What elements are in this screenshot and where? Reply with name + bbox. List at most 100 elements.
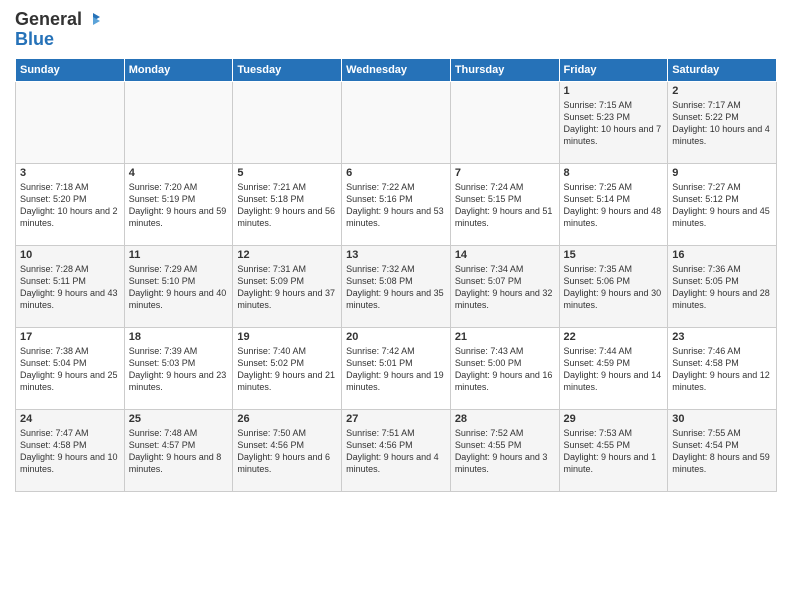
day-content: Sunrise: 7:28 AM Sunset: 5:11 PM Dayligh…: [20, 263, 120, 312]
day-content: Sunrise: 7:38 AM Sunset: 5:04 PM Dayligh…: [20, 345, 120, 394]
calendar-cell: [342, 81, 451, 163]
day-number: 27: [346, 413, 446, 425]
day-number: 7: [455, 167, 555, 179]
calendar-cell: 5 Sunrise: 7:21 AM Sunset: 5:18 PM Daylig…: [233, 163, 342, 245]
calendar-cell: 19 Sunrise: 7:40 AM Sunset: 5:02 PM Dayli…: [233, 327, 342, 409]
day-number: 9: [672, 167, 772, 179]
calendar-cell: 10Sunrise: 7:28 AM Sunset: 5:11 PM Dayli…: [16, 245, 125, 327]
logo: General Blue: [15, 10, 102, 50]
day-number: 17: [20, 331, 120, 343]
day-content: Sunrise: 7:44 AM Sunset: 4:59 PM Dayligh…: [564, 345, 664, 394]
calendar-cell: 20Sunrise: 7:42 AM Sunset: 5:01 PM Dayli…: [342, 327, 451, 409]
day-number: 12: [237, 249, 337, 261]
weekday-header-tuesday: Tuesday: [233, 58, 342, 81]
weekday-header-sunday: Sunday: [16, 58, 125, 81]
day-number: 13: [346, 249, 446, 261]
calendar-cell: 3 Sunrise: 7:18 AM Sunset: 5:20 PM Daylig…: [16, 163, 125, 245]
calendar-cell: 7 Sunrise: 7:24 AM Sunset: 5:15 PM Daylig…: [450, 163, 559, 245]
day-number: 28: [455, 413, 555, 425]
day-number: 3: [20, 167, 120, 179]
calendar-cell: 1Sunrise: 7:15 AM Sunset: 5:23 PM Daylig…: [559, 81, 668, 163]
weekday-header-saturday: Saturday: [668, 58, 777, 81]
day-number: 8: [564, 167, 664, 179]
calendar-cell: 22 Sunrise: 7:44 AM Sunset: 4:59 PM Dayli…: [559, 327, 668, 409]
calendar-cell: 14 Sunrise: 7:34 AM Sunset: 5:07 PM Dayli…: [450, 245, 559, 327]
day-number: 22: [564, 331, 664, 343]
day-number: 19: [237, 331, 337, 343]
calendar-cell: [124, 81, 233, 163]
calendar-cell: 27 Sunrise: 7:51 AM Sunset: 4:56 PM Dayli…: [342, 409, 451, 491]
day-content: Sunrise: 7:46 AM Sunset: 4:58 PM Dayligh…: [672, 345, 772, 394]
day-content: Sunrise: 7:20 AM Sunset: 5:19 PM Dayligh…: [129, 181, 229, 230]
day-content: Sunrise: 7:42 AM Sunset: 5:01 PM Dayligh…: [346, 345, 446, 394]
calendar-week-row: 1Sunrise: 7:15 AM Sunset: 5:23 PM Daylig…: [16, 81, 777, 163]
day-content: Sunrise: 7:40 AM Sunset: 5:02 PM Dayligh…: [237, 345, 337, 394]
day-content: Sunrise: 7:51 AM Sunset: 4:56 PM Dayligh…: [346, 427, 446, 476]
weekday-header-wednesday: Wednesday: [342, 58, 451, 81]
day-number: 6: [346, 167, 446, 179]
calendar-cell: 9Sunrise: 7:27 AM Sunset: 5:12 PM Daylig…: [668, 163, 777, 245]
day-content: Sunrise: 7:15 AM Sunset: 5:23 PM Dayligh…: [564, 99, 664, 148]
page-header: General Blue: [15, 10, 777, 50]
calendar-cell: 2 Sunrise: 7:17 AM Sunset: 5:22 PM Daylig…: [668, 81, 777, 163]
calendar-cell: 11Sunrise: 7:29 AM Sunset: 5:10 PM Dayli…: [124, 245, 233, 327]
day-content: Sunrise: 7:21 AM Sunset: 5:18 PM Dayligh…: [237, 181, 337, 230]
day-content: Sunrise: 7:48 AM Sunset: 4:57 PM Dayligh…: [129, 427, 229, 476]
calendar-week-row: 3 Sunrise: 7:18 AM Sunset: 5:20 PM Daylig…: [16, 163, 777, 245]
day-number: 16: [672, 249, 772, 261]
calendar-cell: 12 Sunrise: 7:31 AM Sunset: 5:09 PM Dayli…: [233, 245, 342, 327]
calendar-cell: 17 Sunrise: 7:38 AM Sunset: 5:04 PM Dayli…: [16, 327, 125, 409]
logo-flag-icon: [84, 11, 102, 29]
day-number: 30: [672, 413, 772, 425]
day-number: 29: [564, 413, 664, 425]
calendar-cell: 16 Sunrise: 7:36 AM Sunset: 5:05 PM Dayli…: [668, 245, 777, 327]
day-content: Sunrise: 7:35 AM Sunset: 5:06 PM Dayligh…: [564, 263, 664, 312]
calendar-cell: 8 Sunrise: 7:25 AM Sunset: 5:14 PM Daylig…: [559, 163, 668, 245]
day-content: Sunrise: 7:29 AM Sunset: 5:10 PM Dayligh…: [129, 263, 229, 312]
day-content: Sunrise: 7:24 AM Sunset: 5:15 PM Dayligh…: [455, 181, 555, 230]
day-number: 2: [672, 85, 772, 97]
calendar-cell: [450, 81, 559, 163]
day-number: 14: [455, 249, 555, 261]
weekday-header-friday: Friday: [559, 58, 668, 81]
weekday-header-thursday: Thursday: [450, 58, 559, 81]
day-content: Sunrise: 7:18 AM Sunset: 5:20 PM Dayligh…: [20, 181, 120, 230]
day-content: Sunrise: 7:32 AM Sunset: 5:08 PM Dayligh…: [346, 263, 446, 312]
day-content: Sunrise: 7:47 AM Sunset: 4:58 PM Dayligh…: [20, 427, 120, 476]
calendar-cell: [233, 81, 342, 163]
day-content: Sunrise: 7:34 AM Sunset: 5:07 PM Dayligh…: [455, 263, 555, 312]
logo-blue-text: Blue: [15, 29, 54, 49]
day-content: Sunrise: 7:36 AM Sunset: 5:05 PM Dayligh…: [672, 263, 772, 312]
calendar-cell: 21 Sunrise: 7:43 AM Sunset: 5:00 PM Dayli…: [450, 327, 559, 409]
calendar-cell: 4 Sunrise: 7:20 AM Sunset: 5:19 PM Daylig…: [124, 163, 233, 245]
calendar-cell: 25Sunrise: 7:48 AM Sunset: 4:57 PM Dayli…: [124, 409, 233, 491]
day-content: Sunrise: 7:43 AM Sunset: 5:00 PM Dayligh…: [455, 345, 555, 394]
day-content: Sunrise: 7:53 AM Sunset: 4:55 PM Dayligh…: [564, 427, 664, 476]
calendar-cell: 13 Sunrise: 7:32 AM Sunset: 5:08 PM Dayli…: [342, 245, 451, 327]
day-number: 23: [672, 331, 772, 343]
calendar-cell: 29 Sunrise: 7:53 AM Sunset: 4:55 PM Dayli…: [559, 409, 668, 491]
day-content: Sunrise: 7:25 AM Sunset: 5:14 PM Dayligh…: [564, 181, 664, 230]
calendar-cell: 26Sunrise: 7:50 AM Sunset: 4:56 PM Dayli…: [233, 409, 342, 491]
day-number: 24: [20, 413, 120, 425]
calendar-cell: 18 Sunrise: 7:39 AM Sunset: 5:03 PM Dayli…: [124, 327, 233, 409]
day-content: Sunrise: 7:17 AM Sunset: 5:22 PM Dayligh…: [672, 99, 772, 148]
calendar-table: SundayMondayTuesdayWednesdayThursdayFrid…: [15, 58, 777, 492]
day-number: 26: [237, 413, 337, 425]
calendar-cell: 28 Sunrise: 7:52 AM Sunset: 4:55 PM Dayli…: [450, 409, 559, 491]
day-number: 15: [564, 249, 664, 261]
day-content: Sunrise: 7:55 AM Sunset: 4:54 PM Dayligh…: [672, 427, 772, 476]
day-number: 5: [237, 167, 337, 179]
logo-general-text: General: [15, 10, 82, 30]
day-content: Sunrise: 7:22 AM Sunset: 5:16 PM Dayligh…: [346, 181, 446, 230]
calendar-week-row: 10Sunrise: 7:28 AM Sunset: 5:11 PM Dayli…: [16, 245, 777, 327]
day-number: 21: [455, 331, 555, 343]
day-number: 4: [129, 167, 229, 179]
day-number: 18: [129, 331, 229, 343]
day-content: Sunrise: 7:52 AM Sunset: 4:55 PM Dayligh…: [455, 427, 555, 476]
calendar-week-row: 17 Sunrise: 7:38 AM Sunset: 5:04 PM Dayli…: [16, 327, 777, 409]
day-content: Sunrise: 7:39 AM Sunset: 5:03 PM Dayligh…: [129, 345, 229, 394]
calendar-cell: [16, 81, 125, 163]
day-content: Sunrise: 7:31 AM Sunset: 5:09 PM Dayligh…: [237, 263, 337, 312]
weekday-header-row: SundayMondayTuesdayWednesdayThursdayFrid…: [16, 58, 777, 81]
